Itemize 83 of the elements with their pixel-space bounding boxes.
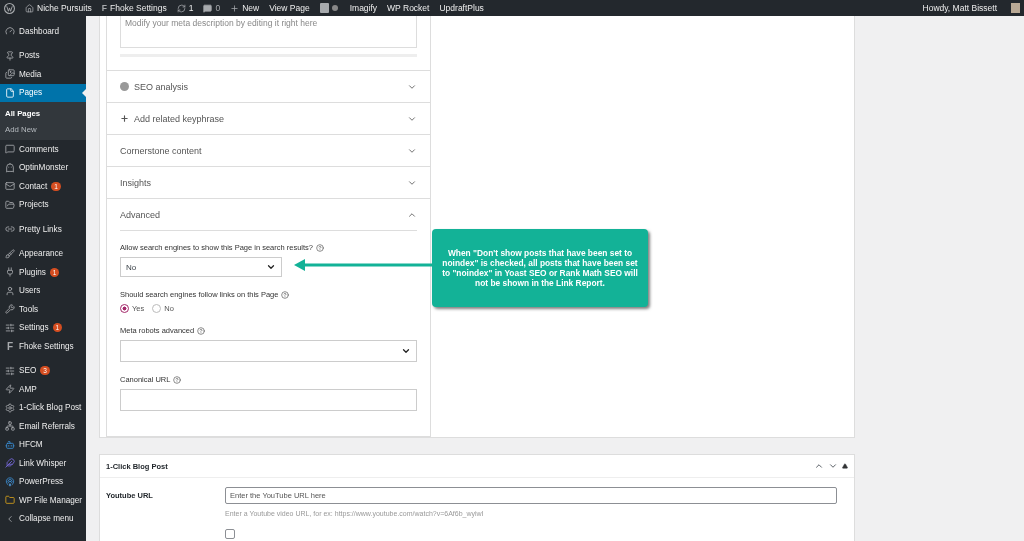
robot-icon [5, 439, 15, 450]
site-name-link[interactable]: Niche Pursuits [25, 3, 92, 13]
status-dot-icon [120, 82, 129, 91]
collapse-icon[interactable] [842, 463, 848, 469]
move-down-icon[interactable] [828, 461, 838, 471]
comment-icon [5, 144, 15, 155]
network-icon [5, 421, 15, 432]
updates-link[interactable]: 1 [176, 3, 194, 13]
checkbox[interactable] [225, 529, 235, 539]
comments-link[interactable]: 0 [203, 3, 221, 13]
menu-item[interactable]: Comments [0, 140, 86, 159]
home-icon [25, 3, 34, 13]
greeting-link[interactable]: Howdy, Matt Bissett [922, 3, 997, 13]
plus-icon [120, 114, 129, 123]
fhoke-settings-link[interactable]: F Fhoke Settings [101, 3, 167, 13]
meta-description-field[interactable]: Modify your meta description by editing it right here [120, 16, 417, 48]
menu-item[interactable]: F Fhoke Settings [0, 337, 86, 356]
plug-icon [5, 267, 15, 278]
menu-item[interactable]: Appearance [0, 244, 86, 263]
menu-item[interactable]: WP File Manager [0, 491, 86, 510]
help-icon[interactable] [316, 243, 325, 252]
wrench-icon [5, 304, 15, 315]
move-up-icon[interactable] [814, 461, 824, 471]
gear-icon [5, 402, 15, 413]
menu-item[interactable]: AMP [0, 380, 86, 399]
url-field[interactable] [120, 389, 417, 411]
accordion-header[interactable]: Cornerstone content [107, 134, 430, 166]
brush-icon [5, 248, 15, 259]
menu-item[interactable]: PowerPress [0, 472, 86, 491]
collapse-icon [5, 513, 15, 524]
refresh-icon [176, 3, 186, 13]
select-field[interactable] [120, 340, 417, 362]
comment-icon [203, 3, 213, 13]
sliders-icon [5, 365, 15, 376]
envelope-icon [5, 181, 15, 192]
annotation-callout: When "Don't show posts that have been set to noindex" is checked, all posts that have been set to "noindex" in Yoast SEO or Rank Math SEO will not be shown in the Link Report. [432, 229, 648, 307]
help-icon[interactable] [197, 326, 206, 335]
chevron-down-icon [266, 262, 276, 272]
menu-item[interactable]: 1-Click Blog Post [0, 398, 86, 417]
toolbar-link[interactable]: UpdraftPlus [439, 3, 484, 13]
bolt-icon [5, 384, 15, 395]
menu-item[interactable]: Users [0, 281, 86, 300]
menu-item[interactable]: OptinMonster [0, 158, 86, 177]
letter-icon: F [101, 3, 107, 13]
accordion-header[interactable]: SEO analysis [107, 70, 430, 102]
link-icon [5, 224, 15, 235]
accordion-header[interactable]: Insights [107, 166, 430, 198]
wordpress-logo-icon[interactable] [4, 2, 15, 14]
page-icon [5, 87, 15, 98]
toolbar-link[interactable]: View Page [269, 3, 310, 13]
menu-item[interactable]: Pages [0, 83, 86, 102]
help-icon[interactable] [173, 375, 182, 384]
accordion-header[interactable]: Add related keyphrase [107, 102, 430, 134]
ghost-icon [5, 162, 15, 173]
menu-item[interactable]: HFCM [0, 435, 86, 454]
images-icon [5, 69, 15, 80]
plus-icon [230, 3, 240, 13]
toolbar-link[interactable]: Imagify [349, 3, 378, 13]
folder-icon [5, 199, 15, 210]
gauge-icon [5, 26, 15, 37]
menu-item[interactable]: Email Referrals [0, 417, 86, 436]
chevron-down-icon [401, 346, 411, 356]
menu-item[interactable]: Posts [0, 46, 86, 65]
menu-item[interactable]: Collapse menu [0, 509, 86, 528]
folder-icon [5, 495, 15, 506]
menu-item[interactable]: Link Whisper [0, 454, 86, 473]
menu-item[interactable]: Pretty Links [0, 220, 86, 239]
letter-icon: F [5, 340, 15, 352]
select-field[interactable]: No [120, 257, 282, 277]
menu-item[interactable]: Tools [0, 300, 86, 319]
accordion-header[interactable]: Advanced [107, 198, 430, 230]
sliders-icon [5, 322, 15, 333]
new-link[interactable]: New [230, 3, 260, 13]
user-icon [5, 285, 15, 296]
menu-item[interactable]: Media [0, 65, 86, 84]
help-icon[interactable] [281, 290, 290, 299]
menu-item[interactable]: Projects [0, 195, 86, 214]
toolbar-link[interactable]: WP Rocket [387, 3, 430, 13]
menu-item[interactable]: Dashboard [0, 22, 86, 41]
podcast-icon [5, 476, 15, 487]
seo-status-icon[interactable] [319, 3, 340, 13]
pin-icon [5, 50, 15, 61]
feather-icon [5, 458, 15, 469]
